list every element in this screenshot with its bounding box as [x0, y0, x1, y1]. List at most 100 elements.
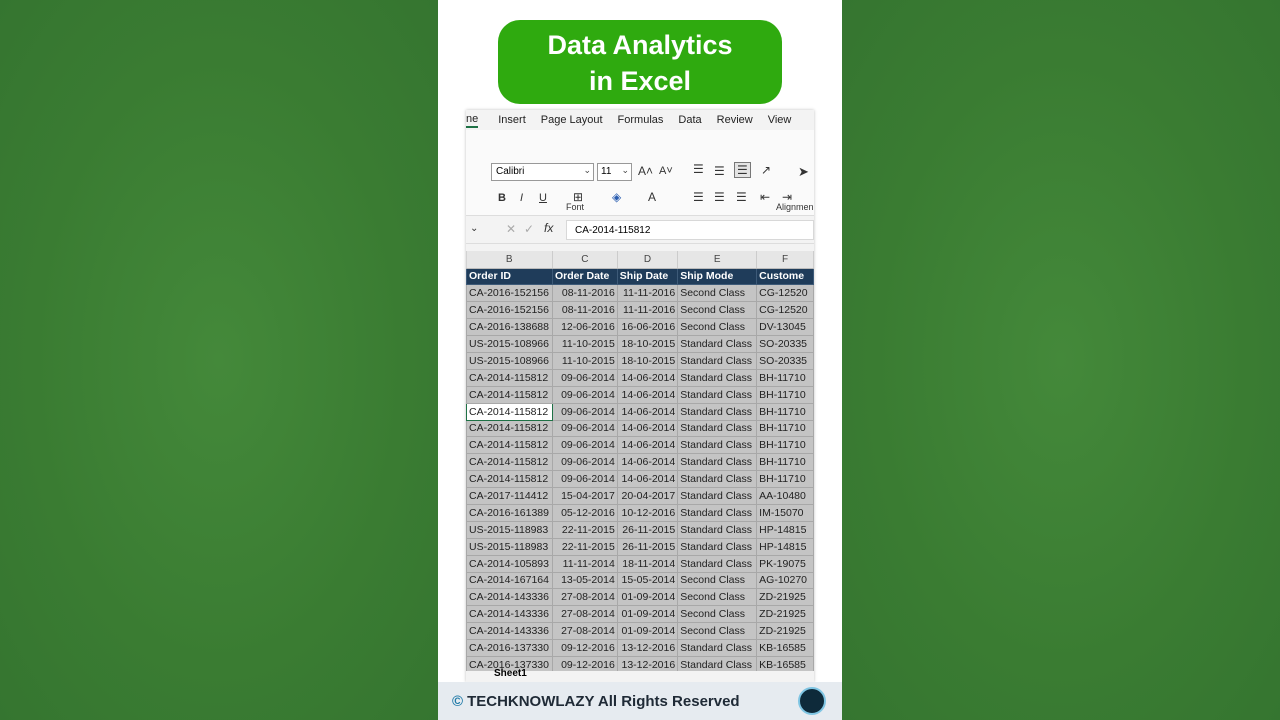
column-header-c[interactable]: C — [552, 251, 618, 269]
table-cell[interactable]: Standard Class — [677, 554, 758, 573]
table-cell[interactable]: ZD-21925 — [756, 622, 814, 641]
table-cell[interactable]: 13-12-2016 — [616, 639, 679, 657]
table-cell[interactable]: 14-06-2014 — [616, 419, 679, 438]
table-cell[interactable]: Standard Class — [677, 503, 758, 522]
table-cell[interactable]: 09-06-2014 — [552, 402, 618, 421]
table-cell[interactable]: HP-14815 — [756, 537, 814, 556]
table-cell[interactable]: DV-13045 — [756, 318, 814, 337]
table-cell[interactable]: 14-06-2014 — [616, 385, 679, 404]
table-cell[interactable]: Second Class — [677, 605, 758, 624]
table-cell[interactable]: 09-06-2014 — [552, 385, 618, 404]
table-cell[interactable]: Standard Class — [677, 470, 758, 489]
table-cell[interactable]: CA-2014-143336 — [466, 622, 554, 641]
table-cell[interactable]: BH-11710 — [756, 453, 814, 472]
cancel-icon[interactable]: ✕ — [506, 222, 516, 236]
table-cell[interactable]: Standard Class — [677, 537, 758, 556]
table-cell[interactable]: CG-12520 — [756, 284, 814, 303]
table-cell[interactable]: 01-09-2014 — [616, 622, 679, 641]
table-cell[interactable]: CA-2014-115812 — [466, 453, 554, 472]
table-cell[interactable]: 14-06-2014 — [616, 368, 679, 387]
table-cell[interactable]: Second Class — [677, 301, 758, 320]
table-cell[interactable]: 14-06-2014 — [616, 453, 679, 472]
table-cell[interactable]: 09-06-2014 — [552, 453, 618, 472]
table-cell[interactable]: SO-20335 — [756, 335, 814, 353]
table-cell[interactable]: Standard Class — [677, 419, 758, 438]
table-cell[interactable]: PK-19075 — [756, 554, 814, 573]
table-cell[interactable]: CA-2016-152156 — [466, 284, 554, 303]
table-cell[interactable]: US-2015-108966 — [466, 335, 554, 353]
name-box-chevron-icon[interactable]: ⌄ — [470, 223, 478, 234]
table-cell[interactable]: Standard Class — [677, 520, 758, 539]
table-cell[interactable]: HP-14815 — [756, 520, 814, 539]
column-header-b[interactable]: B — [466, 251, 554, 269]
confirm-icon[interactable]: ✓ — [524, 222, 534, 236]
column-header-f[interactable]: F — [756, 251, 814, 269]
table-cell[interactable]: 18-10-2015 — [616, 351, 679, 370]
table-cell[interactable]: 11-11-2016 — [616, 301, 679, 320]
table-cell[interactable]: Standard Class — [677, 436, 758, 455]
table-header-cell[interactable]: Ship Mode — [677, 267, 758, 286]
table-cell[interactable]: CG-12520 — [756, 301, 814, 320]
decrease-indent-icon[interactable]: ⇤ — [760, 190, 770, 204]
table-cell[interactable]: SO-20335 — [756, 351, 814, 370]
table-header-cell[interactable]: Ship Date — [616, 267, 679, 286]
table-cell[interactable]: Standard Class — [677, 351, 758, 370]
font-color-icon[interactable]: A — [648, 190, 656, 204]
table-cell[interactable]: 16-06-2016 — [616, 318, 679, 337]
table-cell[interactable]: CA-2014-115812 — [466, 385, 554, 404]
table-cell[interactable]: 05-12-2016 — [552, 503, 618, 522]
align-middle-icon[interactable]: ☰ — [714, 164, 725, 178]
table-cell[interactable]: Second Class — [677, 284, 758, 303]
table-cell[interactable]: CA-2014-143336 — [466, 588, 554, 607]
table-cell[interactable]: BH-11710 — [756, 402, 814, 421]
table-cell[interactable]: 22-11-2015 — [552, 537, 618, 556]
table-cell[interactable]: 09-06-2014 — [552, 470, 618, 489]
table-cell[interactable]: 08-11-2016 — [552, 301, 618, 320]
table-cell[interactable]: 26-11-2015 — [616, 537, 679, 556]
column-header-e[interactable]: E — [677, 251, 758, 269]
table-cell[interactable]: CA-2014-167164 — [466, 571, 554, 590]
align-top-icon[interactable]: ☰ — [693, 162, 704, 176]
table-cell[interactable]: CA-2016-138688 — [466, 318, 554, 337]
table-cell[interactable]: BH-11710 — [756, 368, 814, 387]
table-cell[interactable]: Second Class — [677, 318, 758, 337]
font-size-select[interactable]: 11 ⌄ — [597, 163, 632, 181]
table-cell[interactable]: 11-11-2014 — [552, 554, 618, 573]
table-cell[interactable]: Standard Class — [677, 368, 758, 387]
table-cell[interactable]: 15-04-2017 — [552, 487, 618, 505]
table-header-cell[interactable]: Order ID — [466, 267, 554, 286]
table-cell[interactable]: ZD-21925 — [756, 588, 814, 607]
table-cell[interactable]: 01-09-2014 — [616, 588, 679, 607]
table-cell[interactable]: CA-2016-137330 — [466, 639, 554, 657]
table-cell[interactable]: 14-06-2014 — [616, 470, 679, 489]
table-cell[interactable]: KB-16585 — [756, 639, 814, 657]
table-cell[interactable]: CA-2014-105893 — [466, 554, 554, 573]
table-cell[interactable]: BH-11710 — [756, 470, 814, 489]
table-cell[interactable]: 20-04-2017 — [616, 487, 679, 505]
tab-view[interactable]: View — [768, 114, 792, 126]
table-cell[interactable]: Standard Class — [677, 487, 758, 505]
table-cell[interactable]: 27-08-2014 — [552, 588, 618, 607]
table-cell[interactable]: Standard Class — [677, 385, 758, 404]
table-cell[interactable]: 09-06-2014 — [552, 436, 618, 455]
table-cell[interactable]: 27-08-2014 — [552, 622, 618, 641]
column-header-d[interactable]: D — [617, 251, 679, 269]
table-cell[interactable]: 08-11-2016 — [552, 284, 618, 303]
table-cell[interactable]: 10-12-2016 — [616, 503, 679, 522]
table-cell[interactable]: Second Class — [677, 588, 758, 607]
table-cell[interactable]: 27-08-2014 — [552, 605, 618, 624]
italic-icon[interactable]: I — [520, 192, 523, 204]
spreadsheet-grid[interactable]: BCDEF Order ID Order Date Ship Date Ship Mo… — [466, 251, 814, 682]
table-cell[interactable]: 14-06-2014 — [616, 436, 679, 455]
table-cell[interactable]: Standard Class — [677, 402, 758, 421]
function-icon[interactable]: fx — [544, 221, 553, 235]
tab-review[interactable]: Review — [717, 114, 753, 126]
table-cell[interactable]: ZD-21925 — [756, 605, 814, 624]
table-cell[interactable]: CA-2014-115812 — [466, 368, 554, 387]
table-cell[interactable]: BH-11710 — [756, 419, 814, 438]
table-cell[interactable]: CA-2016-152156 — [466, 301, 554, 320]
table-cell[interactable]: 09-06-2014 — [552, 368, 618, 387]
table-cell[interactable]: BH-11710 — [756, 436, 814, 455]
table-cell[interactable]: CA-2016-161389 — [466, 503, 554, 522]
tab-formulas[interactable]: Formulas — [618, 114, 664, 126]
